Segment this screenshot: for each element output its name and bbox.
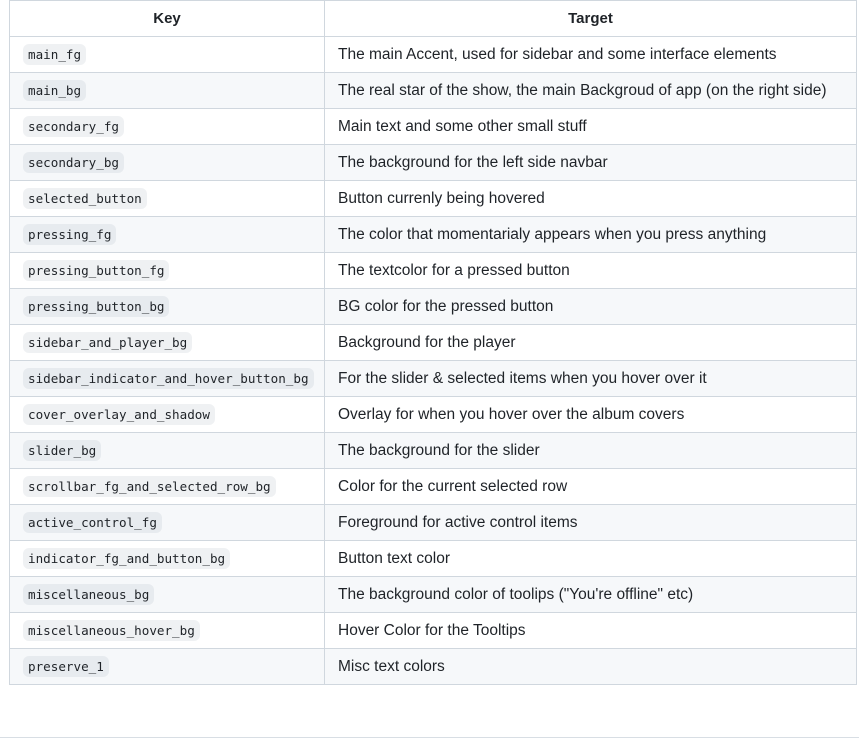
key-code: secondary_bg xyxy=(23,151,124,173)
target-cell: Hover Color for the Tooltips xyxy=(324,612,857,649)
key-cell: miscellaneous_hover_bg xyxy=(9,612,325,649)
key-cell: secondary_fg xyxy=(9,108,325,145)
table-row: main_bg The real star of the show, the ma… xyxy=(9,72,857,109)
target-cell: Main text and some other small stuff xyxy=(324,108,857,145)
key-code: pressing_button_fg xyxy=(23,259,170,281)
target-cell: The real star of the show, the main Back… xyxy=(324,72,857,109)
table-row: secondary_bg The background for the left … xyxy=(9,144,857,181)
key-cell: preserve_1 xyxy=(9,648,325,685)
target-cell: The background color of toolips ("You're… xyxy=(324,576,857,613)
key-cell: sidebar_and_player_bg xyxy=(9,324,325,361)
table-row: active_control_fg Foreground for active c… xyxy=(9,504,857,541)
key-cell: miscellaneous_bg xyxy=(9,576,325,613)
table-row: miscellaneous_bg The background color of … xyxy=(9,576,857,613)
table-header: Key Target xyxy=(9,0,857,37)
key-cell: main_bg xyxy=(9,72,325,109)
target-cell: Button currenly being hovered xyxy=(324,180,857,217)
key-cell: pressing_fg xyxy=(9,216,325,253)
key-code: sidebar_indicator_and_hover_button_bg xyxy=(23,367,314,389)
key-code: main_bg xyxy=(23,79,87,101)
target-cell: Background for the player xyxy=(324,324,857,361)
key-cell: main_fg xyxy=(9,36,325,73)
key-code: secondary_fg xyxy=(23,115,124,137)
key-code: indicator_fg_and_button_bg xyxy=(23,547,231,569)
table-row: secondary_fg Main text and some other sma… xyxy=(9,108,857,145)
key-cell: cover_overlay_and_shadow xyxy=(9,396,325,433)
target-cell: The main Accent, used for sidebar and so… xyxy=(324,36,857,73)
key-code: scrollbar_fg_and_selected_row_bg xyxy=(23,475,276,497)
key-code: selected_button xyxy=(23,187,147,209)
key-cell: scrollbar_fg_and_selected_row_bg xyxy=(9,468,325,505)
table-row: cover_overlay_and_shadow Overlay for when… xyxy=(9,396,857,433)
key-code: pressing_fg xyxy=(23,223,117,245)
table-row: indicator_fg_and_button_bg Button text co… xyxy=(9,540,857,577)
key-code: sidebar_and_player_bg xyxy=(23,331,193,353)
key-cell: selected_button xyxy=(9,180,325,217)
key-code: miscellaneous_hover_bg xyxy=(23,619,200,641)
table-row: selected_button Button currenly being hov… xyxy=(9,180,857,217)
target-cell: BG color for the pressed button xyxy=(324,288,857,325)
key-cell: sidebar_indicator_and_hover_button_bg xyxy=(9,360,325,397)
header-target: Target xyxy=(324,0,857,37)
table-body: main_fg The main Accent, used for sidebar… xyxy=(9,36,857,685)
table-row: sidebar_indicator_and_hover_button_bg For… xyxy=(9,360,857,397)
header-key: Key xyxy=(9,0,325,37)
table-row: main_fg The main Accent, used for sidebar… xyxy=(9,36,857,73)
table-row: preserve_1 Misc text colors xyxy=(9,648,857,685)
key-cell: slider_bg xyxy=(9,432,325,469)
table-row: slider_bg The background for the slider xyxy=(9,432,857,469)
target-cell: Button text color xyxy=(324,540,857,577)
target-cell: The background for the slider xyxy=(324,432,857,469)
header-row: Key Target xyxy=(9,0,857,37)
key-code: active_control_fg xyxy=(23,511,162,533)
target-cell: For the slider & selected items when you… xyxy=(324,360,857,397)
target-cell: The textcolor for a pressed button xyxy=(324,252,857,289)
table-row: sidebar_and_player_bg Background for the … xyxy=(9,324,857,361)
key-code: preserve_1 xyxy=(23,655,109,677)
key-code: slider_bg xyxy=(23,439,102,461)
table-row: scrollbar_fg_and_selected_row_bg Color fo… xyxy=(9,468,857,505)
table-row: pressing_button_bg BG color for the press… xyxy=(9,288,857,325)
key-cell: active_control_fg xyxy=(9,504,325,541)
key-cell: pressing_button_bg xyxy=(9,288,325,325)
bottom-divider xyxy=(0,737,859,738)
table-row: pressing_fg The color that momentarialy a… xyxy=(9,216,857,253)
color-keys-table: Key Target main_fg The main Accent, used … xyxy=(9,0,857,685)
color-keys-table-container: Key Target main_fg The main Accent, used … xyxy=(9,0,857,685)
target-cell: Overlay for when you hover over the albu… xyxy=(324,396,857,433)
table-row: pressing_button_fg The textcolor for a pr… xyxy=(9,252,857,289)
key-code: pressing_button_bg xyxy=(23,295,170,317)
target-cell: Misc text colors xyxy=(324,648,857,685)
target-cell: The background for the left side navbar xyxy=(324,144,857,181)
target-cell: Color for the current selected row xyxy=(324,468,857,505)
key-code: miscellaneous_bg xyxy=(23,583,155,605)
key-cell: indicator_fg_and_button_bg xyxy=(9,540,325,577)
target-cell: Foreground for active control items xyxy=(324,504,857,541)
key-code: main_fg xyxy=(23,43,87,65)
key-cell: pressing_button_fg xyxy=(9,252,325,289)
key-cell: secondary_bg xyxy=(9,144,325,181)
key-code: cover_overlay_and_shadow xyxy=(23,403,215,425)
table-row: miscellaneous_hover_bg Hover Color for th… xyxy=(9,612,857,649)
target-cell: The color that momentarialy appears when… xyxy=(324,216,857,253)
